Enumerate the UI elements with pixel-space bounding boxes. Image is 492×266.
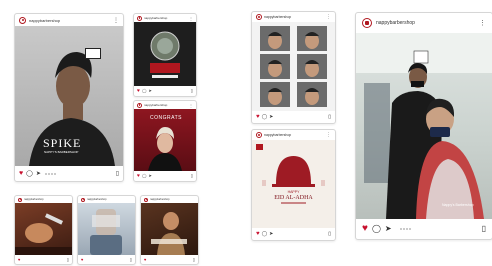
post-card-bottom-3[interactable]: nappybarbershop ♥ ▯ <box>140 195 199 265</box>
profile-avatar[interactable] <box>19 16 26 24</box>
carousel-dots <box>44 172 56 175</box>
profile-handle[interactable]: nappybarbershop <box>144 103 167 107</box>
eid-graphic <box>256 144 325 204</box>
hairstyle-grid-graphic <box>260 26 327 107</box>
send-icon[interactable]: ➤ <box>269 114 273 120</box>
heart-icon[interactable]: ♥ <box>362 224 368 234</box>
post-image[interactable] <box>15 203 72 255</box>
send-icon[interactable]: ➤ <box>269 231 273 237</box>
post-card-spike[interactable]: nappybarbershop ⋮ SPIKE NAPPY'S BARBERSH… <box>14 13 124 182</box>
heart-icon[interactable]: ♥ <box>18 257 20 262</box>
profile-handle[interactable]: nappybarbershop <box>29 18 60 23</box>
comment-icon[interactable]: ◯ <box>142 89 146 93</box>
send-icon[interactable]: ➤ <box>148 89 151 93</box>
heart-icon[interactable]: ♥ <box>144 257 146 262</box>
heart-icon[interactable]: ♥ <box>137 173 140 179</box>
profile-avatar[interactable] <box>362 18 372 28</box>
post-image[interactable]: CONGRATS <box>134 109 196 171</box>
comment-icon[interactable]: ◯ <box>372 225 381 233</box>
profile-handle[interactable]: nappybarbershop <box>264 133 291 137</box>
event-graphic <box>150 31 180 78</box>
more-icon[interactable]: ⋮ <box>479 19 486 27</box>
bookmark-icon[interactable]: ▯ <box>116 171 119 177</box>
send-icon[interactable]: ➤ <box>36 171 41 177</box>
barber-scene-graphic <box>356 33 492 219</box>
bookmark-icon[interactable]: ▯ <box>328 114 331 120</box>
portrait-graphic <box>90 209 122 255</box>
more-icon[interactable]: ⋮ <box>189 16 193 21</box>
post-headline: CONGRATS <box>150 115 182 121</box>
post-image[interactable] <box>134 22 196 86</box>
post-card-congrats[interactable]: nappybarbershop ⋮ CONGRATS ♥ ◯ ➤ ▯ <box>133 100 197 182</box>
carousel-dots <box>399 228 411 230</box>
barber-tools-graphic <box>15 213 72 255</box>
profile-avatar[interactable] <box>256 14 262 20</box>
post-brand: NAPPY'S BARBERSHOP <box>44 150 79 154</box>
post-card-eid[interactable]: nappybarbershop ⋮ HAPPY EID AL-ADHA ♥ ◯ … <box>251 129 336 241</box>
bookmark-icon[interactable]: ▯ <box>191 174 193 178</box>
post-image[interactable]: HAPPY EID AL-ADHA <box>252 140 335 228</box>
profile-avatar[interactable] <box>81 197 85 202</box>
eid-line: HAPPY <box>287 190 300 194</box>
heart-icon[interactable]: ♥ <box>19 170 23 177</box>
send-icon[interactable]: ➤ <box>385 225 392 233</box>
post-title: SPIKE <box>43 136 82 150</box>
post-caption: Nappy's Barbershop <box>442 203 474 207</box>
post-image[interactable] <box>78 203 135 255</box>
post-image[interactable]: SPIKE NAPPY'S BARBERSHOP <box>15 26 123 166</box>
comment-icon[interactable]: ◯ <box>262 231 268 237</box>
post-card-hairstyles[interactable]: nappybarbershop ⋮ ♥ ◯ ➤ ▯ <box>251 11 336 124</box>
bookmark-icon[interactable]: ▯ <box>67 257 69 262</box>
profile-handle[interactable]: nappybarbershop <box>264 15 291 19</box>
bookmark-icon[interactable]: ▯ <box>328 231 331 237</box>
profile-handle[interactable]: nappybarbershop <box>150 198 169 201</box>
profile-handle[interactable]: nappybarbershop <box>144 16 167 20</box>
post-image[interactable] <box>141 203 198 255</box>
more-icon[interactable]: ⋮ <box>113 17 119 24</box>
eid-greeting: EID AL-ADHA <box>274 195 313 201</box>
heart-icon[interactable]: ♥ <box>256 114 260 120</box>
comment-icon[interactable]: ◯ <box>142 174 146 178</box>
post-image[interactable] <box>252 22 335 111</box>
post-card-barber[interactable]: nappybarbershop ⋮ Nappy's Barbershop ♥ ◯… <box>355 12 492 240</box>
send-icon[interactable]: ➤ <box>148 174 151 178</box>
profile-avatar[interactable] <box>137 102 142 108</box>
comment-icon[interactable]: ◯ <box>26 171 33 177</box>
profile-avatar[interactable] <box>137 15 142 21</box>
more-icon[interactable]: ⋮ <box>326 132 331 138</box>
post-image[interactable]: Nappy's Barbershop <box>356 33 492 219</box>
post-card-bottom-2[interactable]: nappybarbershop ♥ ▯ <box>77 195 136 265</box>
profile-avatar[interactable] <box>144 197 148 202</box>
post-card-bottom-1[interactable]: nappybarbershop ♥ ▯ <box>14 195 73 265</box>
profile-handle[interactable]: nappybarbershop <box>87 198 106 201</box>
profile-handle[interactable]: nappybarbershop <box>24 198 43 201</box>
bookmark-icon[interactable]: ▯ <box>191 89 193 93</box>
brand-badge <box>85 48 101 59</box>
bookmark-icon[interactable]: ▯ <box>482 225 486 233</box>
more-icon[interactable]: ⋮ <box>326 14 331 20</box>
portrait-graphic <box>151 212 187 255</box>
bookmark-icon[interactable]: ▯ <box>193 257 195 262</box>
profile-avatar[interactable] <box>18 197 22 202</box>
more-icon[interactable]: ⋮ <box>189 103 193 108</box>
heart-icon[interactable]: ♥ <box>137 88 140 94</box>
profile-avatar[interactable] <box>256 132 262 138</box>
comment-icon[interactable]: ◯ <box>262 114 268 120</box>
heart-icon[interactable]: ♥ <box>256 231 260 237</box>
profile-handle[interactable]: nappybarbershop <box>376 20 415 26</box>
heart-icon[interactable]: ♥ <box>81 257 83 262</box>
bookmark-icon[interactable]: ▯ <box>130 257 132 262</box>
post-card-event[interactable]: nappybarbershop ⋮ ♥ ◯ ➤ ▯ <box>133 13 197 97</box>
